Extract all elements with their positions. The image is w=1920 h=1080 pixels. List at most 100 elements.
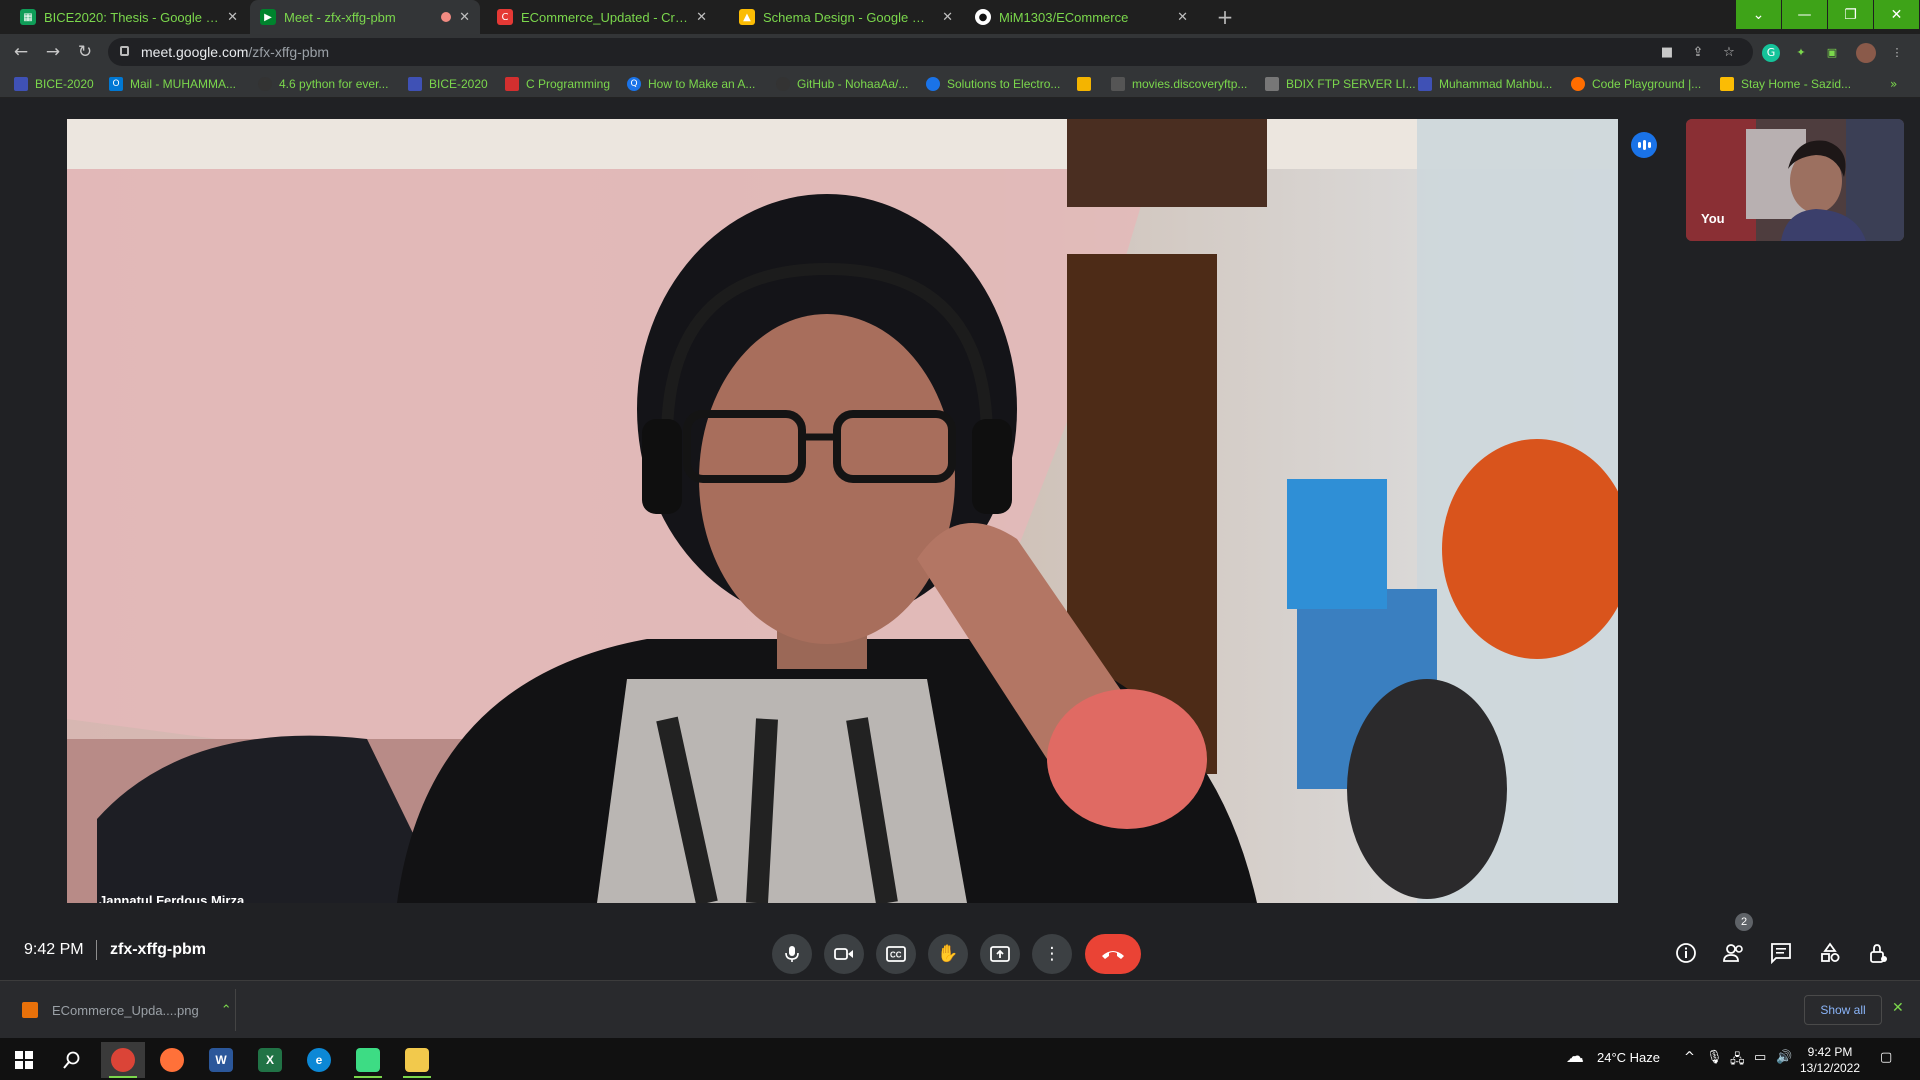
- search-icon: [63, 1051, 80, 1069]
- bookmark-item[interactable]: BICE-2020: [408, 75, 488, 93]
- download-item[interactable]: ECommerce_Upda....png ⌃: [16, 989, 236, 1031]
- side-panel-icon[interactable]: ▣: [1823, 44, 1841, 62]
- reload-button[interactable]: ↻: [75, 42, 95, 62]
- taskbar-android-studio[interactable]: [346, 1042, 390, 1078]
- share-icon[interactable]: ⇪: [1690, 45, 1706, 61]
- back-button[interactable]: ←: [11, 42, 31, 62]
- bookmark-star-icon[interactable]: ☆: [1721, 45, 1737, 61]
- minimize-button[interactable]: —: [1782, 0, 1827, 29]
- bookmark-item[interactable]: C Programming: [505, 75, 610, 93]
- chevron-up-icon[interactable]: ^: [1684, 1050, 1695, 1065]
- close-icon[interactable]: ✕: [696, 10, 707, 25]
- bookmark-item[interactable]: BICE-2020: [14, 75, 94, 93]
- battery-icon[interactable]: ▭: [1754, 1050, 1766, 1065]
- bookmark-label: How to Make an A...: [648, 77, 756, 91]
- windows-taskbar: W X e ☁ 24°C Haze ^ 🎙 🖧 ▭ 🔊 9:42 PM 13/1…: [0, 1038, 1920, 1080]
- tab-google-meet[interactable]: ▶ Meet - zfx-xffg-pbm ✕: [250, 0, 480, 34]
- weather-text[interactable]: 24°C Haze: [1597, 1050, 1660, 1065]
- bookmarks-overflow-icon[interactable]: »: [1890, 75, 1897, 93]
- taskbar-excel[interactable]: X: [248, 1042, 292, 1078]
- grammarly-extension-icon[interactable]: G: [1762, 44, 1780, 62]
- chat-button[interactable]: [1769, 942, 1793, 966]
- tab-search-button[interactable]: ⌄: [1736, 0, 1781, 29]
- bookmark-item[interactable]: Solutions to Electro...: [926, 75, 1060, 93]
- captions-button[interactable]: CC: [876, 934, 916, 974]
- windows-logo-icon: [15, 1051, 33, 1069]
- google-sheets-icon: ▦: [20, 9, 36, 25]
- bookmark-item[interactable]: GitHub - NohaaAa/...: [776, 75, 908, 93]
- tab-google-drive[interactable]: ▲ Schema Design - Google Drive ✕: [729, 0, 963, 34]
- bookmark-label: movies.discoveryftp...: [1132, 77, 1248, 91]
- raise-hand-button[interactable]: ✋: [928, 934, 968, 974]
- browser-menu-icon[interactable]: ⋮: [1888, 44, 1906, 62]
- tab-creately[interactable]: C ECommerce_Updated - Creately ✕: [487, 0, 717, 34]
- chevron-up-icon[interactable]: ⌃: [221, 1003, 232, 1018]
- active-app-indicator: [354, 1076, 382, 1078]
- taskbar-chrome[interactable]: [101, 1042, 145, 1078]
- taskbar-edge[interactable]: e: [297, 1042, 341, 1078]
- bookmark-item[interactable]: O Mail - MUHAMMA...: [109, 75, 236, 93]
- bookmark-item[interactable]: movies.discoveryftp...: [1111, 75, 1247, 93]
- search-button[interactable]: [50, 1042, 94, 1078]
- people-icon: [1723, 944, 1743, 962]
- network-icon[interactable]: 🖧: [1730, 1050, 1745, 1072]
- close-window-button[interactable]: ✕: [1874, 0, 1919, 29]
- weather-icon[interactable]: ☁: [1566, 1046, 1584, 1067]
- profile-avatar[interactable]: [1856, 43, 1876, 63]
- taskbar-clock[interactable]: 9:42 PM 13/12/2022: [1790, 1044, 1870, 1076]
- close-icon[interactable]: ✕: [1177, 10, 1188, 25]
- microphone-button[interactable]: [772, 934, 812, 974]
- notifications-icon[interactable]: ▢: [1880, 1050, 1892, 1065]
- participant-video-feed: [67, 119, 1618, 903]
- end-call-button[interactable]: [1085, 934, 1141, 974]
- close-icon[interactable]: ✕: [459, 10, 470, 25]
- microphone-icon[interactable]: 🎙: [1706, 1050, 1723, 1065]
- host-controls-button[interactable]: [1866, 942, 1890, 966]
- activities-button[interactable]: [1818, 942, 1842, 966]
- mic-icon: [785, 946, 799, 962]
- address-bar[interactable]: meet.google.com/zfx-xffg-pbm ■ ⇪ ☆: [108, 38, 1753, 66]
- bookmark-item[interactable]: BDIX FTP SERVER LI...: [1265, 75, 1416, 93]
- bookmark-item[interactable]: Muhammad Mahbu...: [1418, 75, 1552, 93]
- extensions-icon[interactable]: ✦: [1792, 44, 1810, 62]
- bookmark-favicon-icon: [408, 77, 422, 91]
- google-meet-icon: ▶: [260, 9, 276, 25]
- present-screen-button[interactable]: [980, 934, 1020, 974]
- tab-github[interactable]: ● MiM1303/ECommerce ✕: [965, 0, 1198, 34]
- tab-google-sheets[interactable]: ▦ BICE2020: Thesis - Google Sheets ✕: [10, 0, 248, 34]
- more-options-button[interactable]: ⋮: [1032, 934, 1072, 974]
- active-app-indicator: [109, 1076, 137, 1078]
- close-icon[interactable]: ✕: [227, 10, 238, 25]
- tab-label: ECommerce_Updated - Creately: [521, 9, 689, 25]
- taskbar-file-explorer[interactable]: [395, 1042, 439, 1078]
- lock-icon: [120, 46, 129, 56]
- meeting-details-button[interactable]: [1674, 942, 1698, 966]
- github-icon: [776, 77, 790, 91]
- start-button[interactable]: [2, 1042, 46, 1078]
- bookmark-item[interactable]: 4.6 python for ever...: [258, 75, 388, 93]
- host-controls-icon: [1870, 944, 1887, 963]
- camera-button[interactable]: [824, 934, 864, 974]
- speaking-indicator-icon: [1631, 132, 1657, 158]
- people-button[interactable]: [1722, 942, 1746, 966]
- main-video-tile[interactable]: Jannatul Ferdous Mirza: [67, 119, 1618, 903]
- bookmark-item[interactable]: Stay Home - Sazid...: [1720, 75, 1851, 93]
- camera-in-use-icon[interactable]: ■: [1659, 45, 1675, 61]
- bookmark-item[interactable]: Q How to Make an A...: [627, 75, 755, 93]
- url-text: meet.google.com/zfx-xffg-pbm: [141, 44, 329, 60]
- download-filename: ECommerce_Upda....png: [52, 1002, 199, 1018]
- meet-call-area: Jannatul Ferdous Mirza You 9:42 PM zfx-x…: [0, 98, 1920, 980]
- new-tab-button[interactable]: +: [1213, 5, 1237, 29]
- close-icon[interactable]: ✕: [1892, 1000, 1904, 1016]
- taskbar-firefox[interactable]: [150, 1042, 194, 1078]
- close-icon[interactable]: ✕: [942, 10, 953, 25]
- bookmark-item[interactable]: Code Playground |...: [1571, 75, 1701, 93]
- forward-button[interactable]: →: [43, 42, 63, 62]
- code-playground-icon: [1571, 77, 1585, 91]
- taskbar-word[interactable]: W: [199, 1042, 243, 1078]
- chat-icon: [1771, 943, 1791, 965]
- show-all-button[interactable]: Show all: [1804, 995, 1882, 1025]
- restore-button[interactable]: ❐: [1828, 0, 1873, 29]
- github-icon: ●: [975, 9, 991, 25]
- bookmark-item[interactable]: [1077, 75, 1098, 93]
